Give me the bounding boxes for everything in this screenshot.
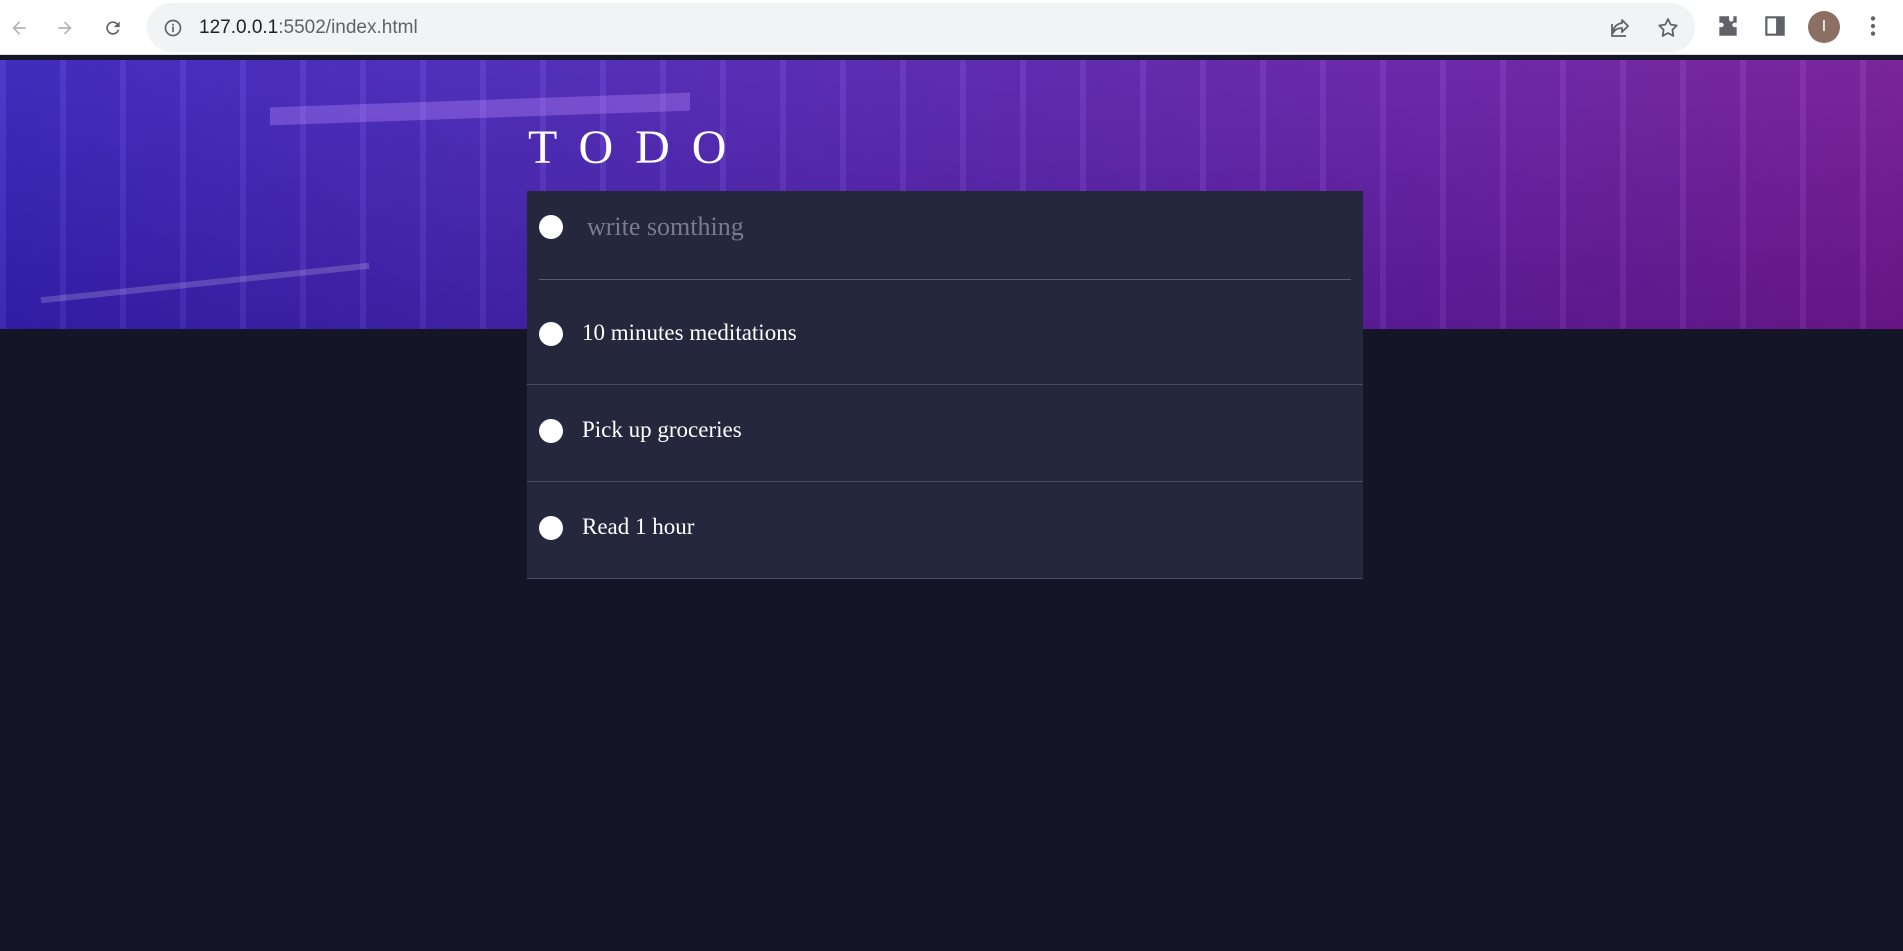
app-title: TODO xyxy=(528,121,749,174)
url-text[interactable]: 127.0.0.1:5502/index.html xyxy=(199,17,418,39)
todo-item[interactable]: Pick up groceries xyxy=(527,385,1363,482)
reload-button[interactable] xyxy=(96,11,130,45)
todo-panel: 10 minutes meditations Pick up groceries… xyxy=(527,191,1363,579)
star-icon[interactable] xyxy=(1656,16,1680,40)
todo-item-label: 10 minutes meditations xyxy=(582,320,797,345)
info-icon[interactable] xyxy=(163,18,183,38)
todo-item[interactable]: Read 1 hour xyxy=(527,482,1363,579)
new-todo-check-circle[interactable] xyxy=(539,215,563,239)
menu-dots-icon[interactable] xyxy=(1860,13,1886,39)
new-todo-row xyxy=(527,191,1363,288)
todo-item[interactable]: 10 minutes meditations xyxy=(527,288,1363,385)
forward-button[interactable] xyxy=(48,11,82,45)
todo-item-label: Read 1 hour xyxy=(582,514,695,539)
input-underline xyxy=(539,279,1351,280)
new-todo-input[interactable] xyxy=(587,207,1287,247)
url-host: 127.0.0.1 xyxy=(199,17,279,38)
extensions-icon[interactable] xyxy=(1715,13,1741,39)
side-panel-icon[interactable] xyxy=(1762,13,1788,39)
share-icon[interactable] xyxy=(1608,16,1632,40)
url-path: :5502/index.html xyxy=(278,17,418,38)
back-button[interactable] xyxy=(2,11,36,45)
todo-check-circle[interactable] xyxy=(539,419,563,443)
reload-icon xyxy=(106,21,120,35)
todo-check-circle[interactable] xyxy=(539,516,563,540)
back-arrow-icon xyxy=(12,21,26,35)
avatar[interactable]: I xyxy=(1808,11,1840,43)
todo-item-label: Pick up groceries xyxy=(582,417,742,442)
todo-check-circle[interactable] xyxy=(539,322,563,346)
forward-arrow-icon xyxy=(58,21,72,35)
browser-toolbar: 127.0.0.1:5502/index.html I xyxy=(0,0,1903,55)
address-bar[interactable]: 127.0.0.1:5502/index.html xyxy=(147,3,1695,52)
